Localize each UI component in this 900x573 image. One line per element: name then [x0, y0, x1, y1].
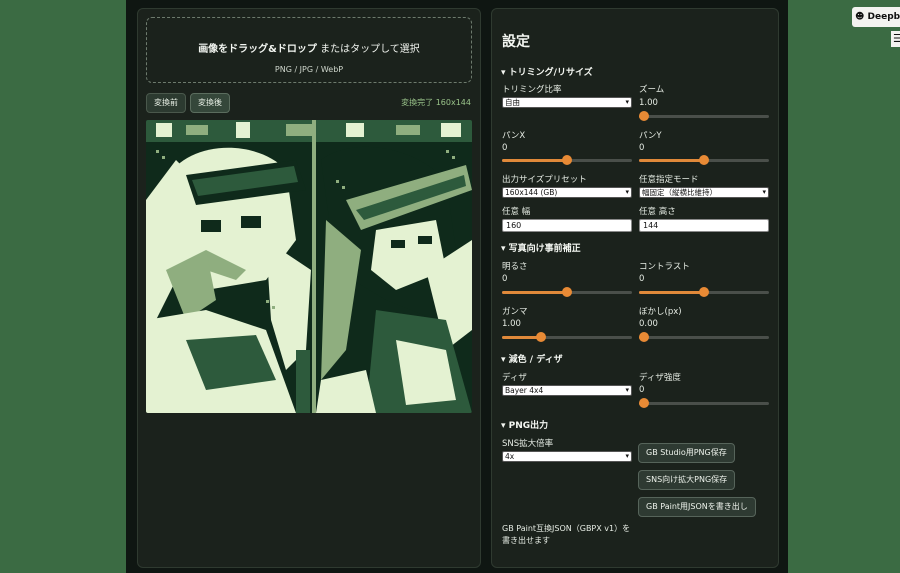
slider-thumb[interactable]: [639, 398, 649, 408]
gamma-value: 1.00: [502, 319, 521, 329]
menu-icon[interactable]: ☰: [891, 31, 900, 47]
slider-thumb[interactable]: [562, 155, 572, 165]
chevron-down-icon: ▾: [762, 188, 766, 196]
chevron-down-icon: ▾: [625, 188, 629, 196]
sns-scale-label: SNS拡大倍率: [502, 439, 554, 449]
supported-formats: PNG / JPG / WebP: [274, 65, 344, 74]
trim-section-heading[interactable]: ▾ トリミング/リサイズ: [501, 65, 593, 78]
contrast-label: コントラスト: [639, 262, 690, 272]
add-user-icon: ☻: [855, 12, 865, 22]
pan-y-label: パンY: [639, 131, 662, 141]
custom-height-label: 任意 高さ: [639, 207, 676, 217]
photo-section-heading[interactable]: ▾ 写真向け事前補正: [501, 241, 581, 254]
gbpx-note: GB Paint互換JSON（GBPX v1）を書き出せます: [502, 524, 631, 545]
deepbrain-label: Deepb: [867, 12, 900, 22]
slider-thumb[interactable]: [562, 287, 572, 297]
dither-value: Bayer 4x4: [505, 386, 544, 395]
trim-ratio-label: トリミング比率: [502, 85, 562, 95]
slider-fill: [502, 159, 567, 162]
output-preset-value: 160x144 (GB): [505, 188, 558, 197]
converted-image-preview: [146, 120, 472, 413]
contrast-slider[interactable]: [639, 287, 769, 297]
pan-x-value: 0: [502, 143, 508, 153]
zoom-slider[interactable]: [639, 111, 769, 121]
chevron-down-icon: ▾: [625, 386, 629, 394]
settings-title: 設定: [502, 34, 530, 50]
custom-width-label: 任意 幅: [502, 207, 531, 217]
zoom-label: ズーム: [639, 85, 665, 95]
trim-ratio-value: 自由: [505, 98, 520, 107]
chevron-down-icon: ▾: [625, 98, 629, 106]
trim-ratio-select[interactable]: 自由 ▾: [502, 97, 632, 108]
sns-scale-value: 4x: [505, 452, 515, 461]
dither-strength-slider[interactable]: [639, 398, 769, 408]
custom-mode-label: 任意指定モード: [639, 175, 699, 185]
slider-fill: [502, 291, 567, 294]
show-before-button[interactable]: 変換前: [146, 93, 186, 113]
upload-instruction-bold: 画像をドラッグ&ドロップ: [198, 44, 317, 55]
pan-y-value: 0: [639, 143, 645, 153]
dither-section-heading[interactable]: ▾ 減色 / ディザ: [501, 352, 563, 365]
blur-label: ぼかし(px): [639, 307, 682, 317]
pan-y-slider[interactable]: [639, 155, 769, 165]
pan-x-label: パンX: [502, 131, 526, 141]
sns-scale-select[interactable]: 4x ▾: [502, 451, 632, 462]
gb-studio-png-button[interactable]: GB Studio用PNG保存: [638, 443, 735, 463]
blur-value: 0.00: [639, 319, 658, 329]
output-preset-select[interactable]: 160x144 (GB) ▾: [502, 187, 632, 198]
png-section-heading[interactable]: ▾ PNG出力: [501, 418, 548, 431]
slider-thumb[interactable]: [536, 332, 546, 342]
custom-height-input[interactable]: 144: [639, 219, 769, 232]
brightness-slider[interactable]: [502, 287, 632, 297]
dither-label: ディザ: [502, 373, 527, 383]
custom-mode-select[interactable]: 幅固定（縦横比維持） ▾: [639, 187, 769, 198]
pixel-art-image: [146, 120, 472, 413]
upload-dropzone[interactable]: 画像をドラッグ&ドロップ またはタップして選択 PNG / JPG / WebP: [146, 17, 472, 83]
upload-instruction-rest: またはタップして選択: [316, 44, 420, 55]
slider-thumb[interactable]: [699, 155, 709, 165]
brightness-label: 明るさ: [502, 262, 528, 272]
slider-fill: [639, 159, 704, 162]
image-panel: 画像をドラッグ&ドロップ またはタップして選択 PNG / JPG / WebP…: [137, 8, 481, 568]
slider-thumb[interactable]: [639, 111, 649, 121]
gamma-label: ガンマ: [502, 307, 528, 317]
brightness-value: 0: [502, 274, 508, 284]
custom-mode-value: 幅固定（縦横比維持）: [642, 188, 717, 197]
gb-paint-json-button[interactable]: GB Paint用JSONを書き出し: [638, 497, 756, 517]
settings-panel: 設定 ▾ トリミング/リサイズ トリミング比率 自由 ▾ ズーム 1.00 パンX…: [491, 8, 779, 568]
slider-thumb[interactable]: [699, 287, 709, 297]
sns-png-button[interactable]: SNS向け拡大PNG保存: [638, 470, 736, 490]
zoom-value: 1.00: [639, 98, 658, 108]
contrast-value: 0: [639, 274, 645, 284]
custom-width-input[interactable]: 160: [502, 219, 632, 232]
blur-slider[interactable]: [639, 332, 769, 342]
chevron-down-icon: ▾: [625, 452, 629, 460]
slider-thumb[interactable]: [639, 332, 649, 342]
upload-instruction: 画像をドラッグ&ドロップ またはタップして選択: [147, 40, 471, 55]
dither-strength-label: ディザ強度: [639, 373, 681, 383]
show-after-button[interactable]: 変換後: [190, 93, 230, 113]
pan-x-slider[interactable]: [502, 155, 632, 165]
deepbrain-button[interactable]: ☻ Deepb: [852, 7, 900, 27]
output-preset-label: 出力サイズプリセット: [502, 175, 587, 185]
dither-strength-value: 0: [639, 385, 645, 395]
conversion-status: 変換完了 160x144: [401, 98, 471, 107]
dither-select[interactable]: Bayer 4x4 ▾: [502, 385, 632, 396]
slider-fill: [639, 291, 704, 294]
gamma-slider[interactable]: [502, 332, 632, 342]
